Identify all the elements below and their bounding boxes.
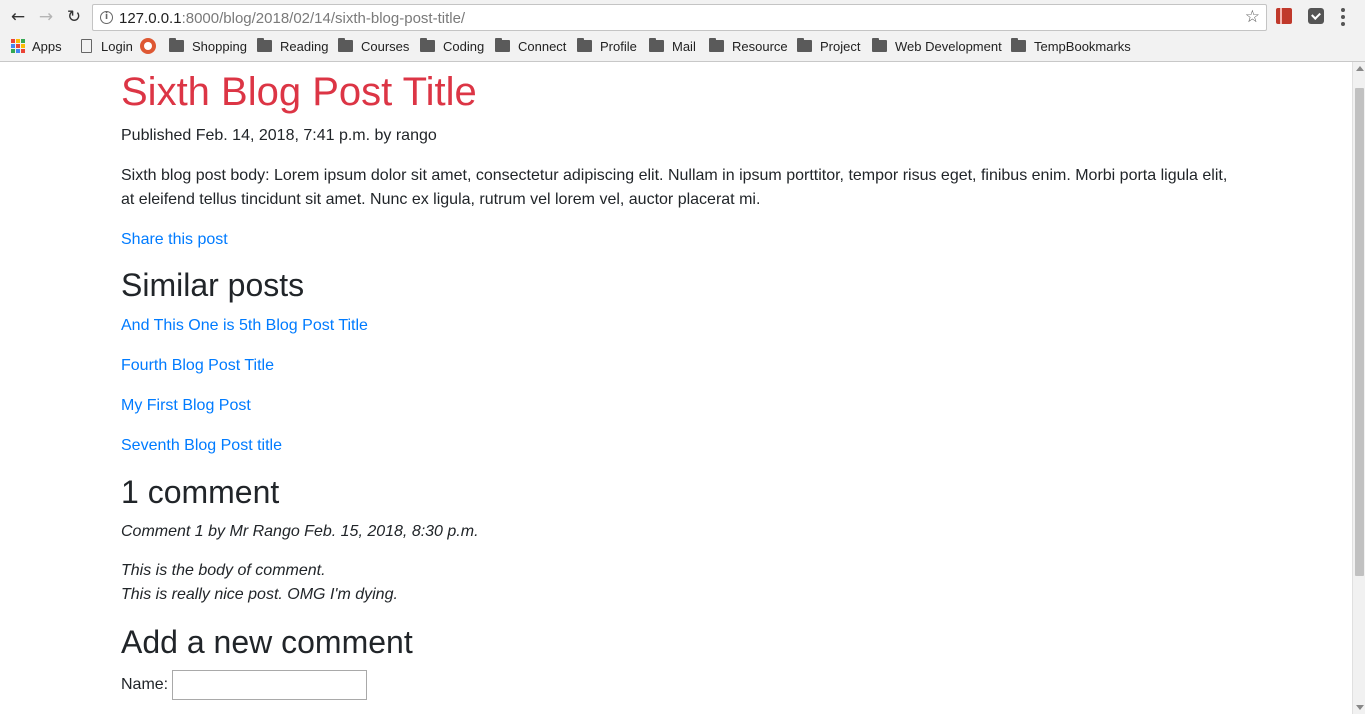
reload-icon[interactable]: ↻	[63, 6, 85, 28]
url-path: :8000/blog/2018/02/14/sixth-blog-post-ti…	[181, 10, 466, 27]
page-content: Sixth Blog Post Title Published Feb. 14,…	[0, 62, 1352, 714]
folder-icon	[577, 38, 592, 52]
bookmark-label: Resource	[732, 38, 788, 54]
bookmark-login[interactable]: Login	[81, 37, 133, 55]
page-scrollbar[interactable]	[1352, 62, 1365, 714]
comment-body-line: This is really nice post. OMG I'm dying.	[121, 586, 398, 603]
share-post-link[interactable]: Share this post	[121, 231, 228, 249]
extension-bookmark-icon[interactable]	[1276, 8, 1292, 24]
bookmark-folder-connect[interactable]: Connect	[495, 37, 566, 55]
scroll-down-arrow-icon[interactable]	[1356, 705, 1364, 710]
url-host: 127.0.0.1	[119, 10, 182, 27]
page-icon	[81, 39, 92, 53]
similar-post-link[interactable]: And This One is 5th Blog Post Title	[121, 317, 368, 335]
folder-icon	[257, 38, 272, 52]
folder-icon	[495, 38, 510, 52]
bookmark-folder-web-development[interactable]: Web Development	[872, 37, 1002, 55]
forward-arrow-icon[interactable]: →	[35, 6, 57, 28]
bookmark-apps[interactable]: Apps	[11, 37, 62, 55]
folder-icon	[1011, 38, 1026, 52]
bookmark-folder-courses[interactable]: Courses	[338, 37, 409, 55]
folder-icon	[709, 38, 724, 52]
bookmark-label: Mail	[672, 38, 696, 54]
bookmark-folder-coding[interactable]: Coding	[420, 37, 484, 55]
bookmark-folder-mail[interactable]: Mail	[649, 37, 696, 55]
bookmark-label: Reading	[280, 38, 329, 54]
folder-icon	[649, 38, 664, 52]
bookmark-label: Profile	[600, 38, 637, 54]
bookmark-folder-shopping[interactable]: Shopping	[169, 37, 247, 55]
folder-icon	[872, 38, 887, 52]
bookmarks-bar: Apps Login Shopping Reading Courses Codi…	[0, 34, 1365, 58]
folder-icon	[169, 38, 184, 52]
folder-icon	[420, 38, 435, 52]
bookmark-label: Shopping	[192, 38, 247, 54]
scroll-up-arrow-icon[interactable]	[1356, 66, 1364, 71]
duckduckgo-icon	[140, 38, 156, 54]
name-input[interactable]	[172, 670, 367, 700]
info-icon[interactable]: i	[100, 11, 113, 24]
similar-post-link[interactable]: Fourth Blog Post Title	[121, 357, 274, 375]
bookmark-folder-profile[interactable]: Profile	[577, 37, 637, 55]
browser-toolbar: ← → ↻ i 127.0.0.1:8000/blog/2018/02/14/s…	[0, 0, 1365, 34]
bookmark-label: Coding	[443, 38, 485, 54]
apps-grid-icon	[11, 39, 25, 53]
folder-icon	[797, 38, 812, 52]
comments-heading: 1 comment	[121, 474, 280, 510]
bookmark-label: Web Development	[895, 38, 1002, 54]
address-bar[interactable]: i 127.0.0.1:8000/blog/2018/02/14/sixth-b…	[92, 4, 1267, 31]
bookmark-label: Courses	[361, 38, 410, 54]
bookmark-label: Login	[101, 38, 133, 54]
bookmark-label: Project	[820, 38, 861, 54]
post-body: Sixth blog post body: Lorem ipsum dolor …	[121, 167, 1228, 208]
post-title: Sixth Blog Post Title	[121, 70, 477, 114]
pocket-extension-icon[interactable]	[1308, 8, 1324, 24]
similar-posts-heading: Similar posts	[121, 267, 305, 303]
folder-icon	[338, 38, 353, 52]
bookmark-label: Connect	[518, 38, 567, 54]
bookmark-duckduckgo[interactable]	[140, 37, 164, 55]
bookmark-folder-project[interactable]: Project	[797, 37, 860, 55]
comment-info: Comment 1 by Mr Rango Feb. 15, 2018, 8:3…	[121, 523, 479, 540]
browser-menu-icon[interactable]	[1341, 8, 1345, 26]
similar-post-link[interactable]: Seventh Blog Post title	[121, 437, 282, 455]
post-meta: Published Feb. 14, 2018, 7:41 p.m. by ra…	[121, 127, 437, 144]
bookmark-label: Apps	[32, 38, 62, 54]
bookmark-label: TempBookmarks	[1034, 38, 1131, 54]
bookmark-folder-reading[interactable]: Reading	[257, 37, 328, 55]
add-comment-heading: Add a new comment	[121, 624, 413, 660]
name-label: Name:	[121, 676, 169, 693]
url-text[interactable]: 127.0.0.1:8000/blog/2018/02/14/sixth-blo…	[119, 10, 465, 27]
similar-post-link[interactable]: My First Blog Post	[121, 397, 251, 415]
scrollbar-thumb[interactable]	[1355, 88, 1364, 576]
browser-chrome: ← → ↻ i 127.0.0.1:8000/blog/2018/02/14/s…	[0, 0, 1365, 62]
comment-body: This is the body of comment. This is rea…	[121, 559, 398, 607]
comment-body-line: This is the body of comment.	[121, 562, 326, 579]
back-arrow-icon[interactable]: ←	[7, 6, 29, 28]
bookmark-star-icon[interactable]: ☆	[1245, 7, 1260, 27]
bookmark-folder-resource[interactable]: Resource	[709, 37, 788, 55]
bookmark-folder-tempbookmarks[interactable]: TempBookmarks	[1011, 37, 1131, 55]
